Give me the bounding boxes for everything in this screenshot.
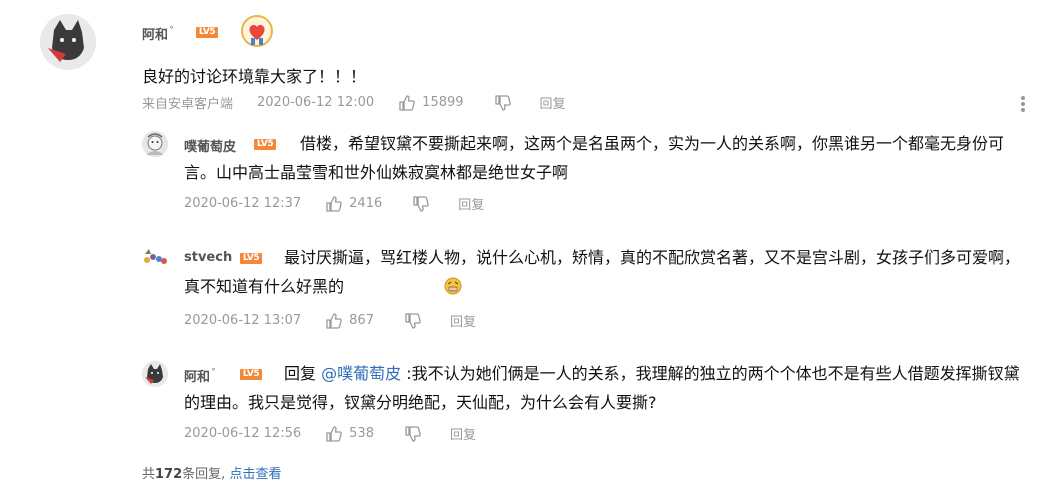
dislike-button[interactable] (404, 312, 422, 330)
reply-meta: 2020-06-12 12:37 2416 回复 (184, 194, 484, 213)
dislike-button[interactable] (404, 425, 422, 443)
author-mark: ゜ (170, 25, 182, 38)
comment-time: 2020-06-12 12:00 (257, 95, 375, 110)
like-count: 867 (349, 313, 374, 328)
avatar[interactable] (142, 246, 168, 268)
thumbs-up-icon (326, 312, 342, 329)
like-button[interactable] (325, 312, 349, 330)
mention-link[interactable]: @噗葡萄皮 (321, 364, 401, 383)
thumbs-up-icon (326, 195, 342, 212)
like-count: 2416 (349, 196, 383, 211)
like-count: 538 (349, 426, 374, 441)
dislike-button[interactable] (494, 94, 512, 112)
reply-content: 借楼，希望钗黛不要撕起来啊，这两个是名虽两个，实为一人的关系啊，你黑谁另一个都毫… (184, 129, 1034, 187)
reply-button[interactable]: 回复 (540, 93, 566, 112)
like-button[interactable] (325, 425, 349, 443)
comment-content: 良好的讨论环境靠大家了！！！ (142, 67, 367, 86)
comment-meta: 来自安卓客户端 2020-06-12 12:00 15899 回复 (142, 93, 566, 112)
grimace-emoji-icon (344, 275, 462, 295)
reply-summary: 共172条回复, 点击查看 (142, 463, 281, 482)
thumbs-down-icon (405, 312, 421, 329)
reply-time: 2020-06-12 13:07 (184, 313, 302, 328)
dislike-button[interactable] (412, 195, 430, 213)
avatar[interactable] (142, 361, 168, 387)
reply-text: 最讨厌撕逼，骂红楼人物，说什么心机，矫情，真的不配欣赏名著，又不是宫斗剧，女孩子… (184, 248, 1021, 296)
thumbs-down-icon (405, 425, 421, 442)
reply-button[interactable]: 回复 (450, 311, 476, 330)
like-button[interactable] (325, 195, 349, 213)
comment-author[interactable]: 阿和゜ (142, 24, 181, 43)
thumbs-up-icon (326, 425, 342, 442)
author-name[interactable]: 阿和 (142, 28, 168, 43)
reply-summary-count: 172 (155, 467, 183, 482)
reply-button[interactable]: 回复 (450, 424, 476, 443)
like-count: 15899 (422, 95, 464, 110)
avatar[interactable] (142, 131, 168, 157)
reply-summary-prefix: 共 (142, 467, 156, 482)
reply-content: 最讨厌撕逼，骂红楼人物，说什么心机，矫情，真的不配欣赏名著，又不是宫斗剧，女孩子… (184, 243, 1034, 301)
reply-meta: 2020-06-12 12:56 538 回复 (184, 424, 476, 443)
thumbs-up-icon (399, 94, 415, 111)
reply-meta: 2020-06-12 13:07 867 回复 (184, 311, 476, 330)
more-vertical-icon[interactable] (1018, 95, 1028, 115)
reply-prefix: 回复 (284, 364, 317, 383)
reply-content: 回复 @噗葡萄皮 :我不认为她们俩是一人的关系，我理解的独立的两个个体也不是有些… (184, 359, 1034, 417)
level-badge: LV5 (196, 27, 218, 38)
thumbs-down-icon (413, 195, 430, 212)
like-button[interactable] (398, 94, 422, 112)
reply-time: 2020-06-12 12:56 (184, 426, 302, 441)
reply-text: 借楼，希望钗黛不要撕起来啊，这两个是名虽两个，实为一人的关系啊，你黑谁另一个都毫… (184, 134, 1005, 182)
thumbs-down-icon (494, 94, 511, 111)
comment-source: 来自安卓客户端 (142, 97, 234, 112)
reply-button[interactable]: 回复 (458, 194, 484, 213)
reply-summary-suffix: 条回复, (182, 467, 226, 482)
heart-medal-icon (240, 14, 274, 48)
reply-time: 2020-06-12 12:37 (184, 196, 302, 211)
view-all-replies-link[interactable]: 点击查看 (229, 467, 281, 482)
avatar[interactable] (40, 14, 96, 70)
